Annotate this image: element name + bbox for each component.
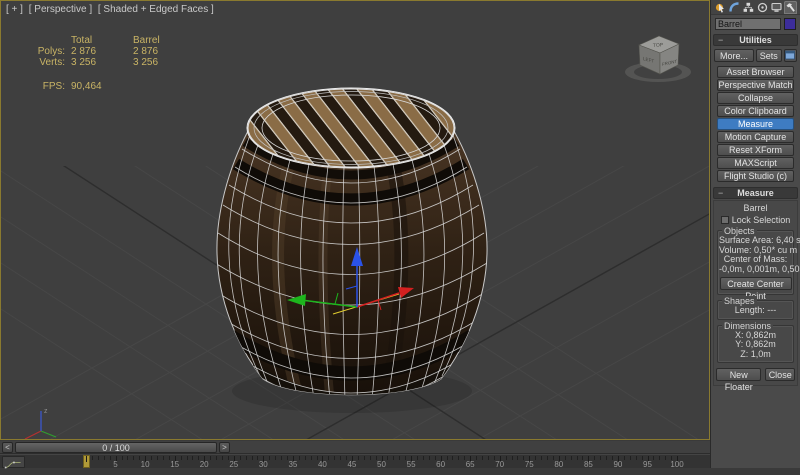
create-center-point-button[interactable]: Create Center Point [720, 277, 792, 290]
stats-verts-object: 3 256 [133, 57, 193, 68]
measure-rollout-body: Barrel Lock Selection Objects Surface Ar… [713, 200, 798, 386]
stats-verts-label: Verts: [29, 57, 69, 68]
utility-motion-capture[interactable]: Motion Capture [717, 131, 794, 143]
configure-window-icon [785, 50, 795, 60]
lock-selection-checkbox[interactable] [721, 216, 729, 224]
world-axis-tripod: xyz [18, 408, 62, 439]
time-slider-handle[interactable]: 0 / 100 [15, 442, 217, 453]
dimension-y-value: 0,862m [746, 339, 776, 349]
display-monitor-icon [771, 2, 782, 13]
utility-color-clipboard[interactable]: Color Clipboard [717, 105, 794, 117]
utilities-toolbar: More... Sets [711, 46, 800, 64]
viewport-pov-menu[interactable]: [ Perspective ] [29, 4, 92, 15]
collapse-icon: − [718, 35, 723, 45]
dimension-z-value: 1,0m [751, 349, 771, 359]
viewcube[interactable]: TOP LEFT FRONT [619, 25, 699, 91]
command-panel: Barrel − Utilities More... Sets Asset Br… [710, 0, 800, 468]
length-value: --- [767, 305, 776, 315]
viewport-shading-menu[interactable]: [ Shaded + Edged Faces ] [98, 4, 214, 15]
trackbar-ruler[interactable]: 5101520253035404550556065707580859095100 [0, 455, 710, 469]
stats-col-object: Barrel [133, 35, 193, 46]
volume-value: 0,50* cu m [754, 245, 797, 255]
utilities-rollout-header[interactable]: − Utilities [713, 34, 798, 46]
utility-perspective-match[interactable]: Perspective Match [717, 79, 794, 91]
new-floater-button[interactable]: New Floater [716, 368, 761, 381]
object-color-swatch[interactable] [784, 18, 796, 30]
dimensions-group-title: Dimensions [722, 321, 773, 331]
shapes-group: Shapes Length: --- [717, 300, 794, 320]
viewcube-top-label: TOP [653, 42, 664, 49]
perspective-viewport[interactable]: xyz [ + ] [ Perspective ] [ Shaded + Edg… [0, 0, 710, 440]
utility-reset-xform[interactable]: Reset XForm [717, 144, 794, 156]
stats-fps-label: FPS: [29, 81, 69, 92]
tab-create[interactable] [714, 1, 727, 14]
close-button[interactable]: Close [765, 368, 795, 381]
utilities-hammer-icon [785, 2, 796, 13]
measure-footer-buttons: New Floater Close [716, 368, 795, 381]
track-bar[interactable]: 5101520253035404550556065707580859095100 [0, 454, 710, 468]
time-controls-area: < 0 / 100 > 5101520253035404550556065707… [0, 440, 710, 468]
3dsmax-window: { "viewport": { "label": { "maximize": "… [0, 0, 800, 468]
modify-curve-icon [731, 4, 739, 12]
tab-modify[interactable] [728, 1, 741, 14]
utility-maxscript[interactable]: MAXScript [717, 157, 794, 169]
measure-rollout-header[interactable]: − Measure [713, 187, 798, 199]
viewport-statistics: Total Barrel Polys: 2 876 2 876 Verts: 3… [29, 35, 193, 92]
lock-selection-row[interactable]: Lock Selection [716, 215, 795, 225]
tab-display[interactable] [770, 1, 783, 14]
utilities-rollout-title: Utilities [739, 35, 772, 45]
command-panel-tabs [711, 0, 800, 15]
objects-group-title: Objects [722, 226, 757, 236]
tab-motion[interactable] [756, 1, 769, 14]
motion-wheel-icon [757, 2, 768, 13]
surface-area-value: 6,40 sq m [776, 235, 800, 245]
stats-polys-label: Polys: [29, 46, 69, 57]
lock-selection-label: Lock Selection [732, 215, 791, 225]
viewport-label: [ + ] [ Perspective ] [ Shaded + Edged F… [6, 4, 217, 15]
configure-button-sets-button[interactable] [784, 49, 797, 62]
dimension-x-label: X: [735, 330, 744, 340]
measured-object-name: Barrel [716, 203, 795, 213]
previous-frame-button[interactable]: < [2, 442, 13, 453]
utility-sets-button[interactable]: Sets [756, 49, 782, 62]
viewport-maximize-menu[interactable]: [ + ] [6, 4, 23, 15]
stats-fps-value: 90,464 [71, 81, 131, 92]
dimensions-group: Dimensions X: 0,862m Y: 0,862m Z: 1,0m [717, 325, 794, 364]
length-label: Length: [735, 305, 765, 315]
utility-button-list: Asset Browser Perspective Match Collapse… [711, 64, 800, 185]
volume-label: Volume: [719, 245, 752, 255]
objects-group: Objects Surface Area: 6,40 sq m Volume: … [717, 230, 794, 295]
utility-collapse[interactable]: Collapse [717, 92, 794, 104]
dimension-z-label: Z: [740, 349, 748, 359]
dimension-y-label: Y: [735, 339, 743, 349]
collapse-icon: − [718, 188, 723, 198]
stats-verts-total: 3 256 [71, 57, 131, 68]
utility-measure[interactable]: Measure [717, 118, 794, 130]
stats-polys-object: 2 876 [133, 46, 193, 57]
surface-area-label: Surface Area: [719, 235, 774, 245]
tab-hierarchy[interactable] [742, 1, 755, 14]
center-of-mass-value: -0,0m, 0,001m, 0,503m [719, 265, 792, 275]
measure-rollout-title: Measure [737, 188, 774, 198]
barrel-object[interactable] [215, 88, 487, 413]
dimension-x-value: 0,862m [746, 330, 776, 340]
more-utilities-button[interactable]: More... [714, 49, 754, 62]
utility-asset-browser[interactable]: Asset Browser [717, 66, 794, 78]
object-name-field[interactable]: Barrel [715, 18, 781, 30]
shapes-group-title: Shapes [722, 296, 757, 306]
next-frame-button[interactable]: > [219, 442, 230, 453]
utility-flight-studio[interactable]: Flight Studio (c) [717, 170, 794, 182]
tab-utilities[interactable] [784, 1, 797, 14]
svg-text:z: z [44, 408, 48, 415]
hierarchy-boxes-icon [743, 2, 754, 13]
stats-col-total: Total [71, 35, 131, 46]
stats-polys-total: 2 876 [71, 46, 131, 57]
time-slider[interactable]: < 0 / 100 > [0, 441, 710, 454]
object-name-row: Barrel [711, 15, 800, 32]
